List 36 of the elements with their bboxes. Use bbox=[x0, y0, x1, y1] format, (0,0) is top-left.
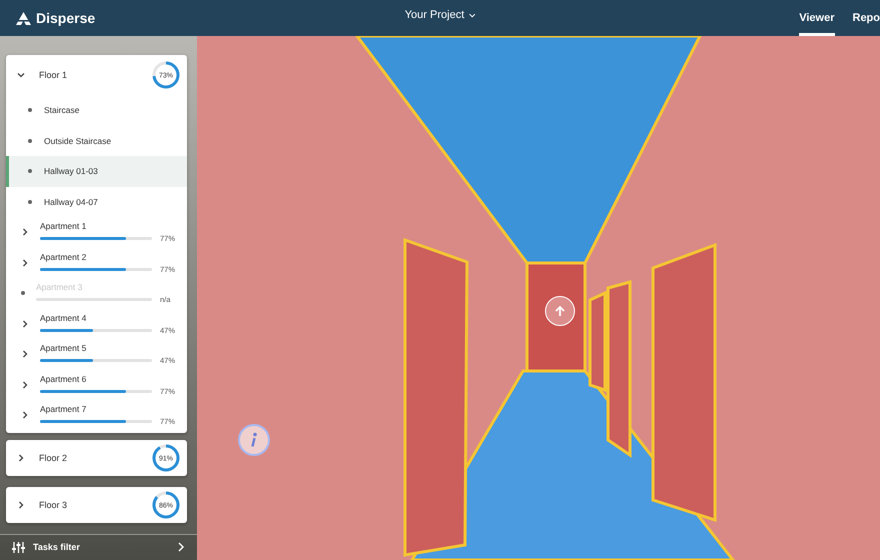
bullet-icon bbox=[28, 169, 32, 174]
app-name: Disperse bbox=[36, 10, 96, 26]
chevron-down-icon bbox=[468, 12, 476, 18]
apartment-name: Apartment 7 bbox=[40, 404, 88, 414]
chevron-right-icon bbox=[21, 320, 29, 328]
chevron-down-icon bbox=[17, 71, 25, 79]
chevron-right-icon bbox=[17, 454, 25, 462]
logo-icon bbox=[16, 12, 31, 24]
chevron-right-icon bbox=[17, 500, 25, 508]
info-icon bbox=[249, 432, 259, 448]
nav-tab[interactable]: Repo bbox=[852, 0, 880, 36]
navigate-forward-button[interactable] bbox=[545, 296, 575, 326]
apartment-name: Apartment 2 bbox=[40, 252, 88, 262]
area-item[interactable]: Hallway 01-03 bbox=[6, 156, 187, 186]
area-item[interactable]: Staircase bbox=[6, 95, 187, 126]
tasks-filter-button[interactable]: Tasks filter bbox=[0, 534, 197, 560]
chevron-right-icon bbox=[177, 542, 185, 552]
apartment-name: Apartment 4 bbox=[40, 312, 88, 323]
chevron-right-icon bbox=[21, 380, 29, 389]
info-button[interactable] bbox=[238, 424, 270, 456]
bullet-icon bbox=[28, 200, 32, 204]
apartment-name: Apartment 6 bbox=[40, 374, 88, 384]
apartment-name: Apartment 5 bbox=[40, 343, 88, 354]
area-item[interactable]: Hallway 04-07 bbox=[6, 186, 187, 217]
bullet-icon bbox=[28, 138, 32, 143]
chevron-right-icon bbox=[21, 258, 29, 267]
sliders-icon bbox=[12, 542, 25, 553]
area-item[interactable]: Outside Staircase bbox=[6, 126, 187, 156]
arrow-up-icon bbox=[554, 305, 566, 317]
apartment-name: Apartment 3 bbox=[36, 282, 84, 292]
chevron-right-icon bbox=[21, 228, 29, 236]
apartment-name: Apartment 1 bbox=[40, 221, 88, 232]
chevron-right-icon bbox=[21, 411, 29, 420]
bullet-icon bbox=[28, 108, 32, 112]
chevron-right-icon bbox=[21, 350, 29, 358]
project-dropdown[interactable]: Your Project bbox=[404, 9, 476, 21]
